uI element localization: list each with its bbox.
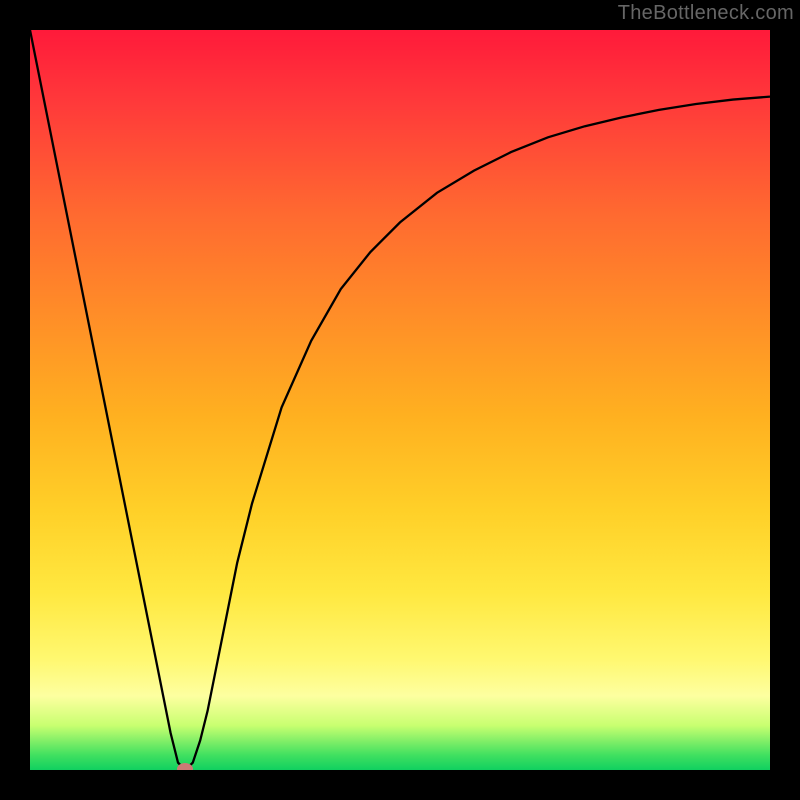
bottleneck-curve (30, 30, 770, 770)
watermark-text: TheBottleneck.com (618, 2, 794, 25)
curve-svg (30, 30, 770, 770)
minimum-marker (177, 763, 193, 770)
chart-frame: TheBottleneck.com (0, 0, 800, 800)
plot-area (30, 30, 770, 770)
